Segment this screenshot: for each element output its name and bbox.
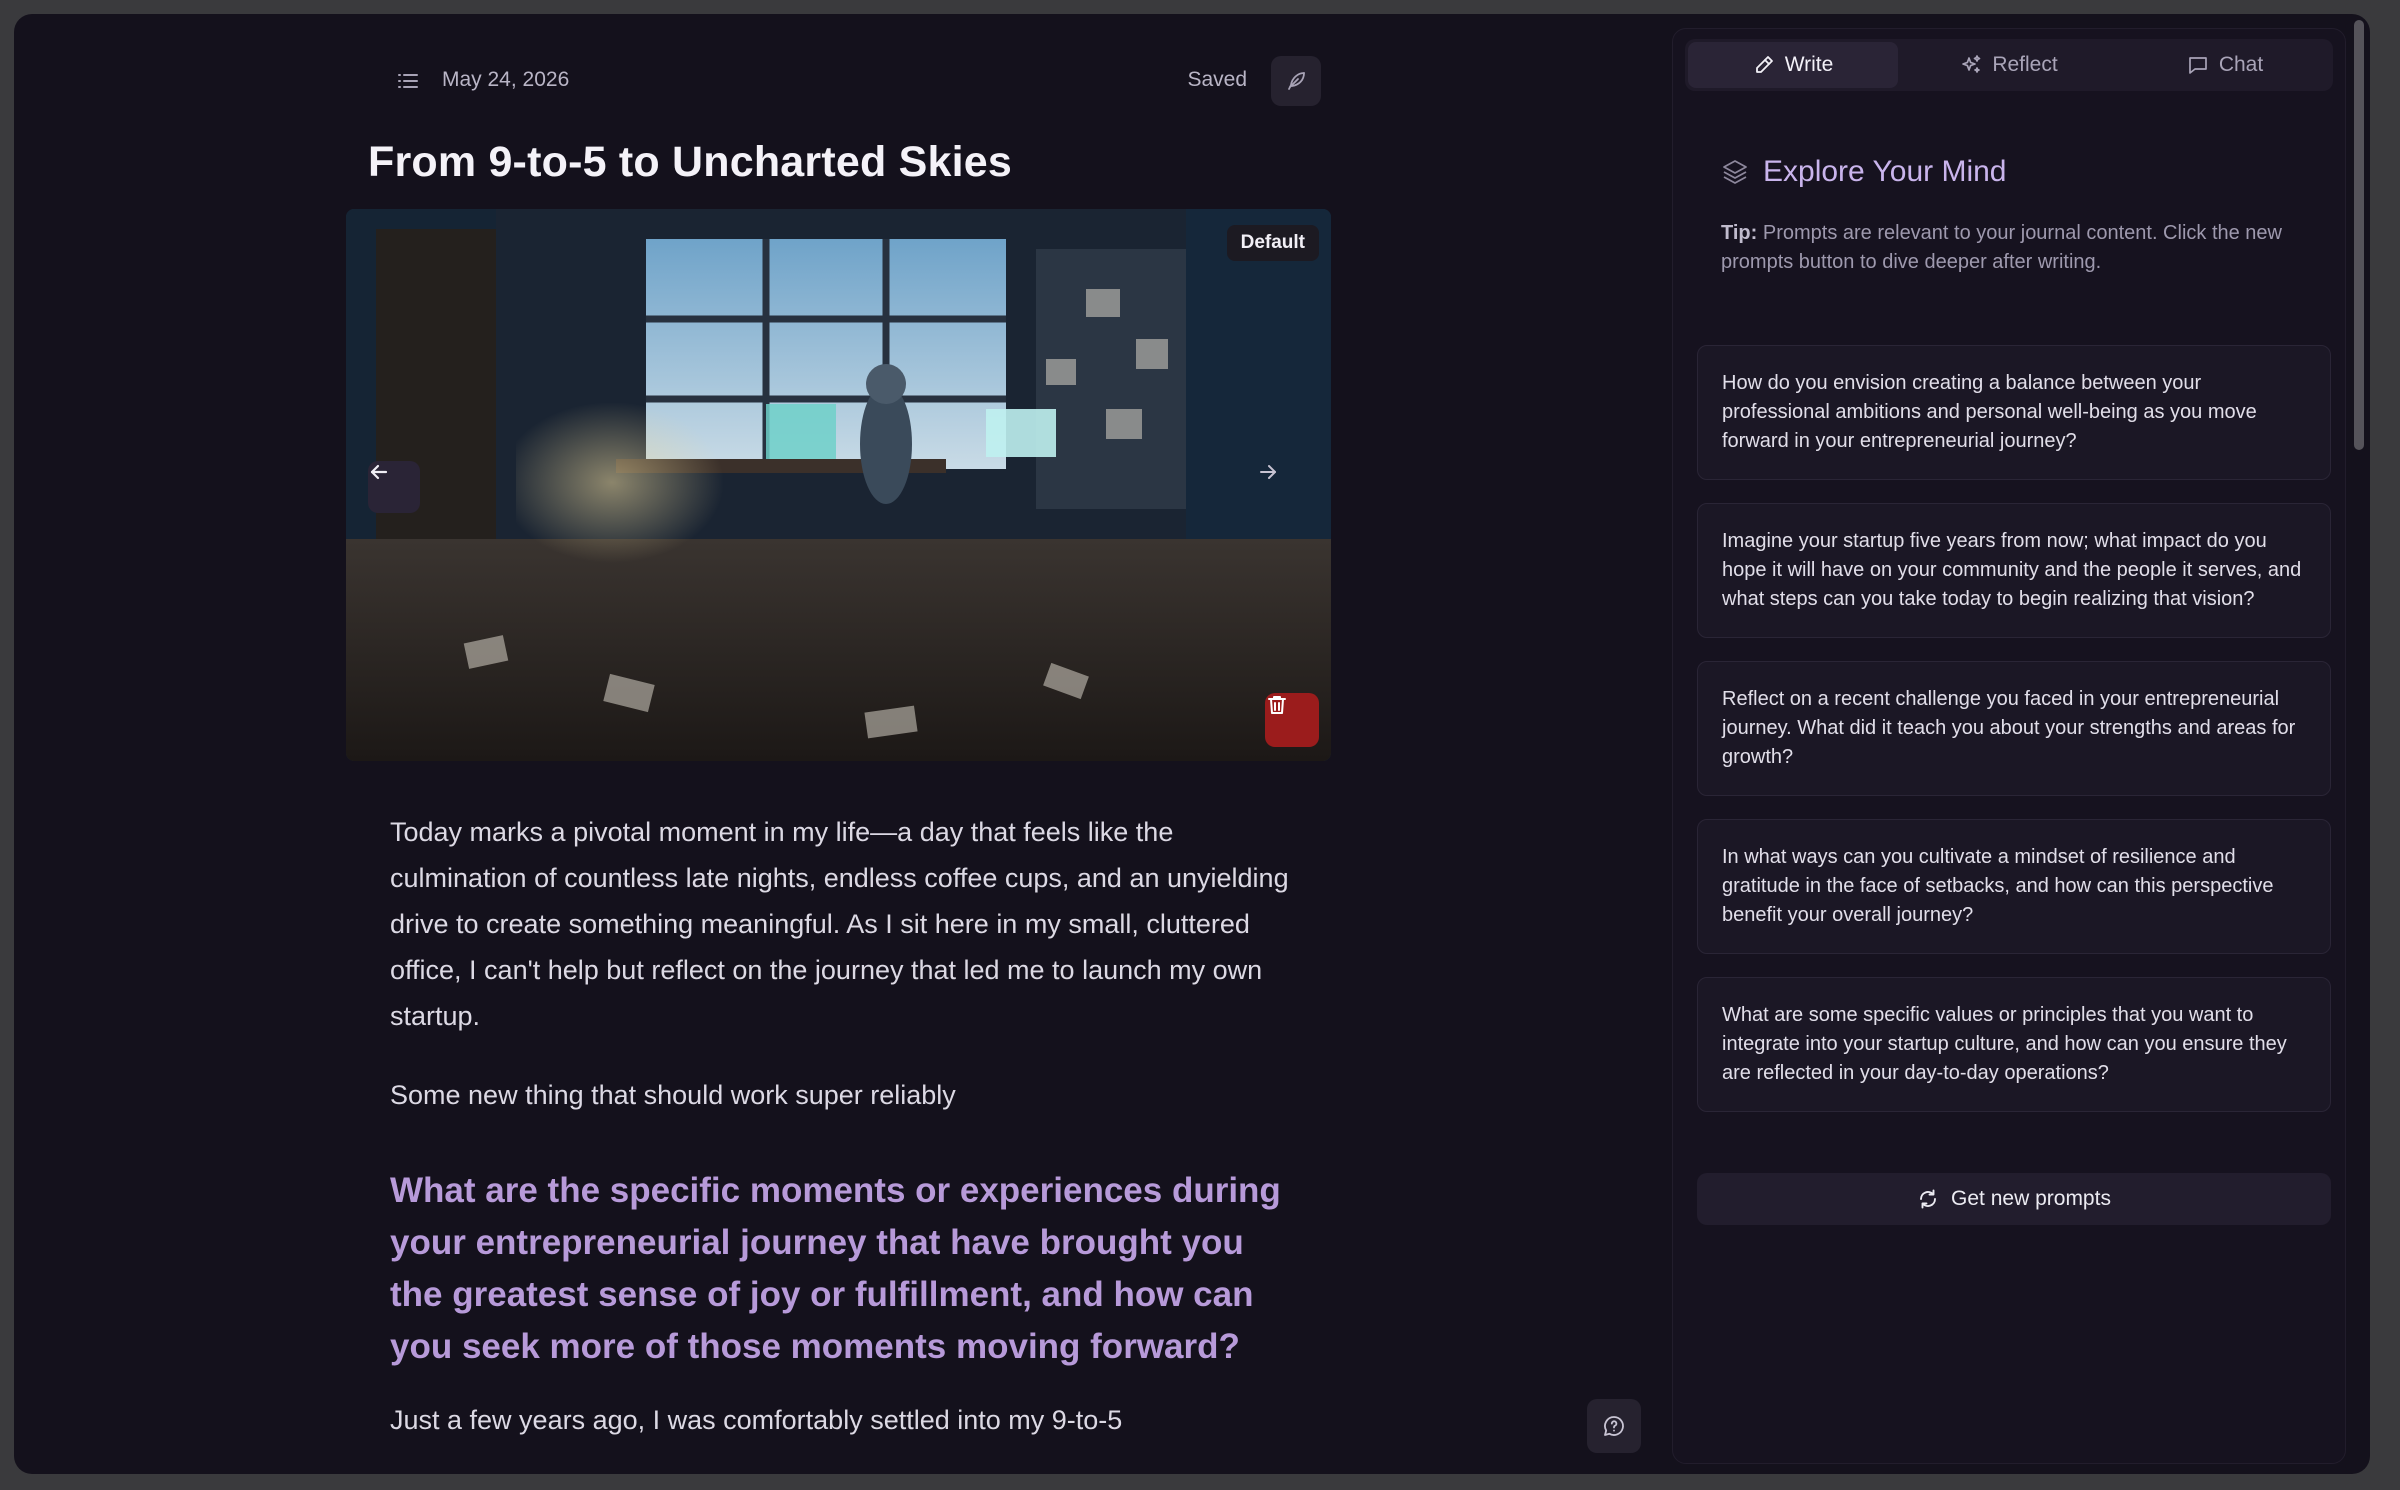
feather-pen-icon xyxy=(1288,72,1305,90)
entry-paragraph[interactable]: Just a few years ago, I was comfortably … xyxy=(390,1397,1290,1443)
scrollbar-thumb[interactable] xyxy=(2354,20,2364,450)
tip-text: Tip: Prompts are relevant to your journa… xyxy=(1721,219,2311,277)
tab-label: Chat xyxy=(2218,53,2264,76)
layers-icon xyxy=(1723,160,1747,184)
assistant-panel: Write Reflect Chat Explore Your Mind Tip… xyxy=(1672,28,2346,1464)
section-title: Explore Your Mind xyxy=(1763,155,2007,188)
prompt-card[interactable]: In what ways can you cultivate a mindset… xyxy=(1697,819,2331,954)
inserted-prompt[interactable]: What are the specific moments or experie… xyxy=(390,1165,1290,1373)
button-label: Get new prompts xyxy=(1951,1187,2111,1210)
app-window: May 24, 2026 Saved From 9-to-5 to Unchar… xyxy=(14,14,2370,1474)
prompt-card[interactable]: How do you envision creating a balance b… xyxy=(1697,345,2331,480)
prompt-card[interactable]: Imagine your startup five years from now… xyxy=(1697,503,2331,638)
panel-tabs: Write Reflect Chat xyxy=(1685,39,2333,91)
tip-body: Prompts are relevant to your journal con… xyxy=(1721,222,2282,273)
sparkles-icon xyxy=(1962,55,1981,73)
prompt-list: How do you envision creating a balance b… xyxy=(1697,345,2331,1135)
entry-paragraph[interactable]: Today marks a pivotal moment in my life—… xyxy=(390,809,1290,1039)
entry-title[interactable]: From 9-to-5 to Uncharted Skies xyxy=(368,138,1012,187)
tab-reflect[interactable]: Reflect xyxy=(1904,42,2114,88)
entries-list-button[interactable] xyxy=(391,64,425,98)
journal-editor: May 24, 2026 Saved From 9-to-5 to Unchar… xyxy=(14,14,1664,1474)
help-button[interactable] xyxy=(1587,1399,1641,1453)
tab-label: Reflect xyxy=(1992,53,2058,76)
cover-image: Default xyxy=(346,209,1331,761)
next-image-button[interactable] xyxy=(1257,461,1309,513)
save-status: Saved xyxy=(1187,68,1247,91)
arrow-left-icon xyxy=(370,464,388,480)
tab-label: Write xyxy=(1784,53,1834,76)
tip-label: Tip: xyxy=(1721,222,1758,244)
tab-write[interactable]: Write xyxy=(1688,42,1898,88)
pencil-icon xyxy=(1755,56,1773,73)
entry-body[interactable]: Today marks a pivotal moment in my life—… xyxy=(390,809,1290,1443)
entry-date: May 24, 2026 xyxy=(442,68,570,91)
editor-toolbar: May 24, 2026 Saved xyxy=(379,56,1321,106)
arrow-right-icon xyxy=(1260,465,1276,479)
previous-image-button[interactable] xyxy=(368,461,420,513)
list-icon xyxy=(398,74,418,88)
get-new-prompts-button[interactable]: Get new prompts xyxy=(1697,1173,2331,1225)
chat-bubble-icon xyxy=(2188,57,2207,74)
help-chat-icon xyxy=(1604,1416,1624,1436)
prompt-card[interactable]: What are some specific values or princip… xyxy=(1697,977,2331,1112)
section-header: Explore Your Mind xyxy=(1721,155,2007,189)
tab-chat[interactable]: Chat xyxy=(2120,42,2330,88)
entry-paragraph[interactable]: Some new thing that should work super re… xyxy=(390,1072,1290,1118)
image-style-badge[interactable]: Default xyxy=(1226,225,1319,261)
cover-illustration xyxy=(346,209,1331,761)
delete-image-button[interactable] xyxy=(1265,693,1319,747)
style-button[interactable] xyxy=(1271,56,1321,106)
trash-icon xyxy=(1268,696,1286,714)
prompt-card[interactable]: Reflect on a recent challenge you faced … xyxy=(1697,661,2331,796)
refresh-icon xyxy=(1920,1189,1936,1209)
